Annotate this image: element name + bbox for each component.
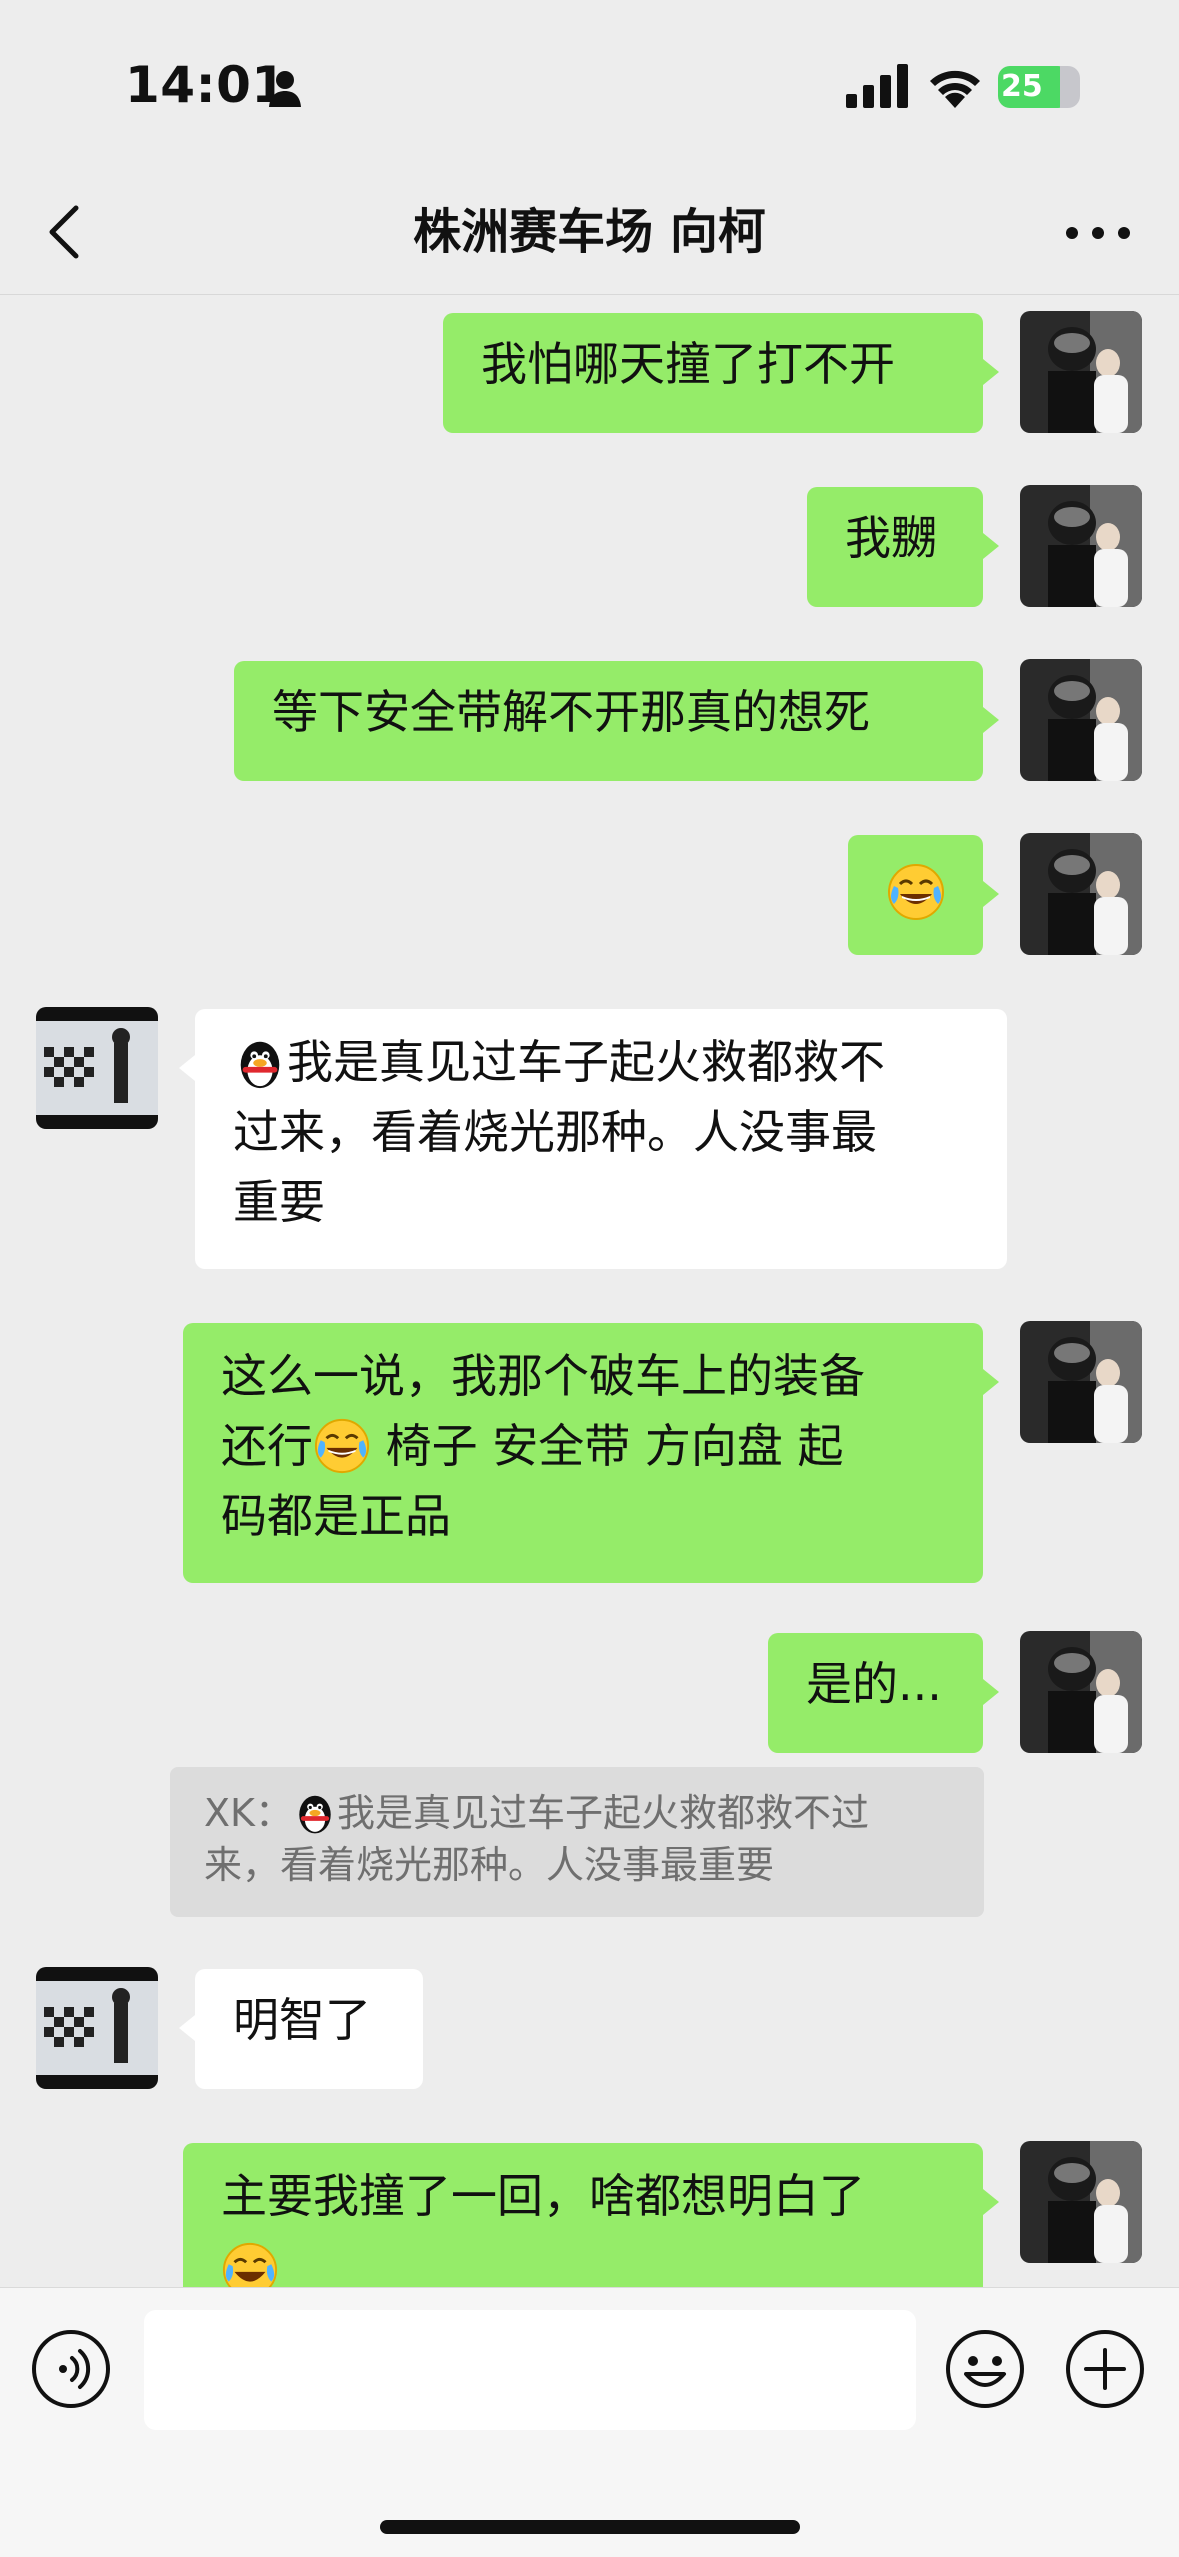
- more-options-icon[interactable]: [1058, 208, 1138, 258]
- message-row: 我嬲: [0, 485, 1179, 609]
- battery-level: 25: [1001, 69, 1043, 104]
- my-message-bubble[interactable]: [848, 835, 983, 955]
- message-row: 是的...: [0, 1631, 1179, 1755]
- message-text: 过来，看着烧光那种。人没事最: [233, 1105, 877, 1159]
- wifi-icon: [930, 70, 980, 108]
- message-row: 明智了: [0, 1967, 1179, 2091]
- my-avatar[interactable]: [1020, 659, 1142, 781]
- nav-bar: 株洲赛车场 向柯: [0, 170, 1179, 295]
- my-message-bubble[interactable]: 这么一说，我那个破车上的装备 还行 椅子 安全带 方向盘 起 码都是正品: [183, 1323, 983, 1583]
- message-row: [0, 833, 1179, 957]
- message-row: 我怕哪天撞了打不开: [0, 311, 1179, 435]
- message-text: 码都是正品: [221, 1489, 451, 1543]
- message-text: 是的...: [806, 1657, 942, 1711]
- my-avatar[interactable]: [1020, 1631, 1142, 1753]
- my-message-bubble[interactable]: 主要我撞了一回，啥都想明白了: [183, 2143, 983, 2287]
- person-icon: [269, 71, 301, 107]
- message-text: 椅子 安全带 方向盘 起: [371, 1419, 844, 1473]
- message-text: 我怕哪天撞了打不开: [481, 337, 895, 391]
- battery-icon: 25: [998, 66, 1080, 108]
- my-avatar[interactable]: [1020, 833, 1142, 955]
- my-avatar[interactable]: [1020, 485, 1142, 607]
- message-text: 我嬲: [845, 511, 937, 565]
- message-input-bar: [0, 2287, 1179, 2557]
- my-message-bubble[interactable]: 是的...: [768, 1633, 983, 1753]
- contact-avatar[interactable]: [36, 1967, 158, 2089]
- add-attachment-icon[interactable]: [1064, 2328, 1146, 2410]
- penguin-emoji-icon: [299, 1795, 331, 1833]
- laugh-cry-emoji-icon: [314, 1418, 370, 1473]
- contact-message-bubble[interactable]: 明智了: [195, 1969, 423, 2089]
- laugh-cry-emoji-icon: [888, 863, 944, 920]
- quote-text: 来，看着烧光那种。人没事最重要: [204, 1843, 775, 1887]
- quote-sender: XK：: [204, 1791, 293, 1835]
- laugh-cry-emoji-icon: [222, 2242, 278, 2287]
- message-text: 还行: [221, 1419, 313, 1473]
- message-input[interactable]: [144, 2310, 916, 2430]
- contact-avatar[interactable]: [36, 1007, 158, 1129]
- message-row: 这么一说，我那个破车上的装备 还行 椅子 安全带 方向盘 起 码都是正品: [0, 1321, 1179, 1585]
- voice-input-icon[interactable]: [30, 2328, 112, 2410]
- message-text: 明智了: [233, 1993, 371, 2047]
- message-row: 等下安全带解不开那真的想死: [0, 659, 1179, 783]
- message-row: 我是真见过车子起火救都救不 过来，看着烧光那种。人没事最 重要: [0, 1007, 1179, 1271]
- status-time: 14:01: [125, 56, 287, 114]
- message-row: 主要我撞了一回，啥都想明白了: [0, 2141, 1179, 2287]
- message-text: 等下安全带解不开那真的想死: [272, 685, 870, 739]
- message-text: 我是真见过车子起火救都救不: [287, 1035, 885, 1089]
- my-message-bubble[interactable]: 等下安全带解不开那真的想死: [234, 661, 983, 781]
- penguin-emoji-icon: [240, 1041, 280, 1088]
- quote-text: 我是真见过车子起火救都救不过: [336, 1791, 869, 1835]
- my-message-bubble[interactable]: 我怕哪天撞了打不开: [443, 313, 983, 433]
- my-avatar[interactable]: [1020, 311, 1142, 433]
- my-message-bubble[interactable]: 我嬲: [807, 487, 983, 607]
- emoji-picker-icon[interactable]: [944, 2328, 1026, 2410]
- chat-title: 株洲赛车场 向柯: [413, 204, 766, 260]
- message-text: 主要我撞了一回，啥都想明白了: [221, 2169, 865, 2223]
- my-avatar[interactable]: [1020, 2141, 1142, 2263]
- message-text: 重要: [233, 1175, 325, 1229]
- status-bar: 14:01 25: [0, 0, 1179, 170]
- cellular-signal-icon: [846, 64, 908, 108]
- home-indicator[interactable]: [380, 2520, 800, 2534]
- chat-messages: 我怕哪天撞了打不开 我嬲 等下安全带解不开那真的想死 我是真见过车子起火救都救不…: [0, 295, 1179, 2287]
- quoted-message[interactable]: XK： 我是真见过车子起火救都救不过 来，看着烧光那种。人没事最重要: [170, 1767, 984, 1917]
- message-text: 这么一说，我那个破车上的装备: [221, 1349, 865, 1403]
- contact-message-bubble[interactable]: 我是真见过车子起火救都救不 过来，看着烧光那种。人没事最 重要: [195, 1009, 1007, 1269]
- my-avatar[interactable]: [1020, 1321, 1142, 1443]
